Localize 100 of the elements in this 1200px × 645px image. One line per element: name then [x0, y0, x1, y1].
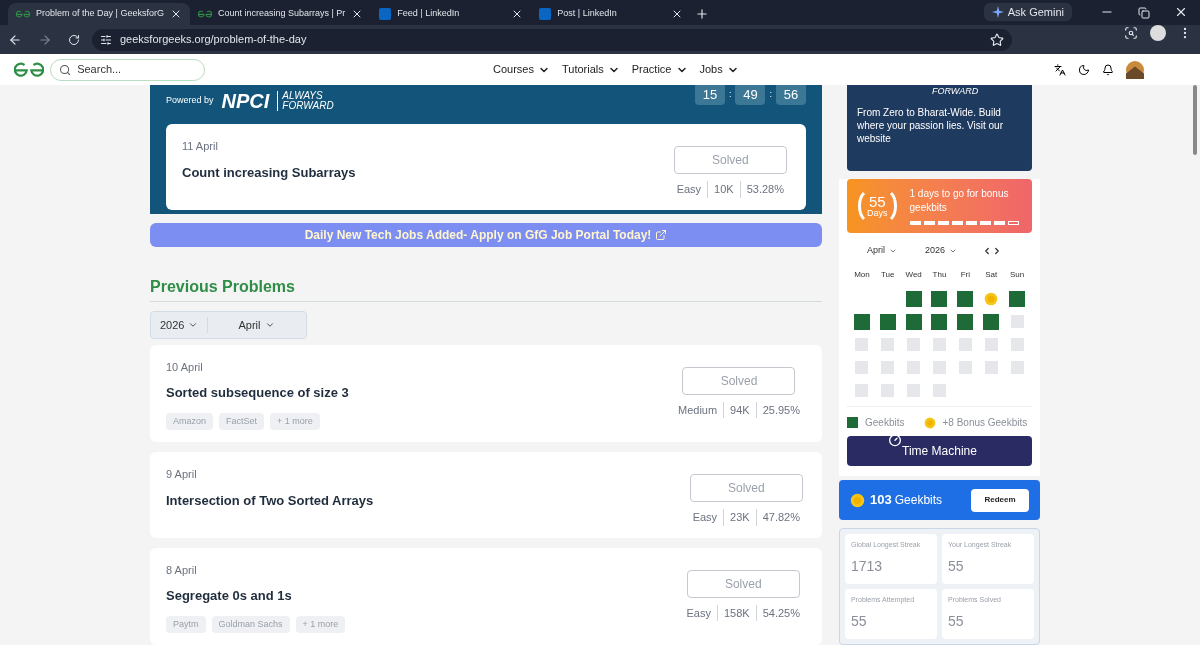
- stat-value: 1713: [851, 556, 884, 576]
- streak-unit: Days: [867, 208, 888, 218]
- browser-tab[interactable]: Post | LinkedIn: [531, 3, 692, 25]
- url-text: geeksforgeeks.org/problem-of-the-day: [120, 32, 307, 48]
- forward-icon[interactable]: [38, 32, 52, 47]
- problem-stat: Easy: [675, 182, 703, 197]
- previous-month-icon[interactable]: [982, 245, 992, 256]
- geekbit-day[interactable]: [853, 313, 870, 330]
- address-bar[interactable]: geeksforgeeks.org/problem-of-the-day: [92, 28, 1012, 51]
- geekbit-day[interactable]: [879, 313, 896, 330]
- problem-date: 10 April: [166, 359, 204, 375]
- problem-date: 9 April: [166, 467, 198, 482]
- timer-digit: 49: [735, 85, 766, 105]
- weekday-label: Sun: [1008, 269, 1026, 282]
- browser-tab[interactable]: Problem of the Day | GeeksforG: [8, 3, 190, 25]
- reload-icon[interactable]: [68, 33, 80, 46]
- month-select[interactable]: April: [238, 316, 275, 334]
- year-select[interactable]: 2026: [925, 243, 958, 258]
- linkedin-icon: [539, 8, 552, 20]
- time-machine-button[interactable]: Time Machine: [847, 436, 1032, 467]
- back-icon[interactable]: [8, 32, 22, 47]
- stat-value: 55: [948, 611, 965, 631]
- timer-digit: 15: [694, 85, 725, 105]
- problem-stat: 53.28%: [739, 181, 790, 198]
- dark-mode-icon[interactable]: [1078, 63, 1090, 76]
- geekbit-day[interactable]: [1009, 290, 1026, 307]
- new-tab-icon[interactable]: [695, 7, 710, 21]
- weekday-label: Wed: [904, 269, 923, 282]
- lens-icon[interactable]: [1124, 26, 1138, 40]
- notification-icon[interactable]: [1102, 63, 1114, 76]
- problem-stat: 47.82%: [755, 509, 806, 526]
- tab-title: Post | LinkedIn: [557, 7, 618, 21]
- sponsor-logo: NPCI: [221, 91, 270, 111]
- translate-icon[interactable]: [1054, 63, 1066, 76]
- ask-gemini-button[interactable]: Ask Gemini: [983, 3, 1072, 21]
- restore-icon[interactable]: [1138, 7, 1150, 19]
- tab-title: Problem of the Day | GeeksforG: [36, 7, 164, 21]
- browser-tab[interactable]: Count increasing Subarrays | Pr: [189, 3, 372, 25]
- gfg-logo-icon: [14, 62, 44, 77]
- timer-separator: :: [728, 88, 732, 102]
- legend-swatch: [847, 417, 858, 429]
- legend-label: +8 Bonus Geekbits: [942, 416, 1028, 431]
- tab-title: Feed | LinkedIn: [397, 7, 461, 21]
- problem-date: 11 April: [182, 139, 219, 154]
- stat-value: 55: [948, 556, 965, 576]
- problem-stat: 10K: [707, 181, 740, 198]
- weekday-label: Sat: [984, 269, 999, 282]
- problem-stat: 25.95%: [755, 401, 806, 418]
- timer-digit: 56: [776, 85, 806, 105]
- geekbit-day[interactable]: [905, 313, 922, 330]
- search-icon: [59, 62, 72, 77]
- problem-stat: 54.25%: [755, 604, 806, 621]
- nav-menu-item[interactable]: Courses: [493, 61, 550, 78]
- weekday-label: Thu: [931, 269, 948, 282]
- geekbits-count: 103: [870, 491, 892, 510]
- problem-title[interactable]: Sorted subsequence of size 3: [166, 383, 349, 403]
- geekbit-day[interactable]: [931, 290, 948, 307]
- geekbit-day[interactable]: [957, 290, 974, 307]
- geekbit-day[interactable]: [905, 290, 922, 307]
- ad-banner[interactable]: FORWARD From Zero to Bharat-Wide. Build where your passion lies. Visit our website: [847, 85, 1032, 171]
- problem-stat: 23K: [723, 509, 756, 526]
- geekbit-day[interactable]: [983, 313, 1000, 330]
- close-window-icon[interactable]: [1174, 5, 1188, 19]
- nav-menu-item[interactable]: Tutorials: [561, 61, 620, 78]
- powered-by-text: Powered by: [166, 94, 214, 108]
- problem-stat: Medium: [677, 402, 719, 418]
- bookmark-icon[interactable]: [990, 32, 1004, 47]
- weekday-label: Mon: [853, 269, 871, 282]
- section-heading: Previous Problems: [150, 277, 296, 298]
- coin-icon: [984, 291, 999, 306]
- site-settings-icon[interactable]: [100, 33, 112, 46]
- problem-title[interactable]: Count increasing Subarrays: [182, 162, 356, 182]
- search-input[interactable]: Search...: [77, 61, 196, 78]
- tab-title: Count increasing Subarrays | Pr: [217, 7, 346, 21]
- tagline-text: FORWARD: [282, 101, 334, 111]
- month-select[interactable]: April: [867, 243, 897, 258]
- nav-menu-item[interactable]: Practice: [631, 61, 688, 78]
- timer-separator: :: [769, 88, 772, 102]
- weekday-label: Tue: [880, 269, 896, 282]
- weekday-label: Fri: [959, 269, 971, 282]
- browser-tab[interactable]: Feed | LinkedIn: [371, 3, 532, 25]
- problem-stat: Easy: [685, 605, 712, 621]
- scrollbar[interactable]: [1193, 85, 1197, 155]
- stat-value: 55: [851, 611, 868, 631]
- year-select[interactable]: 2026: [151, 316, 209, 334]
- problem-stat: Easy: [691, 510, 719, 525]
- problem-title[interactable]: Segregate 0s and 1s: [166, 586, 346, 606]
- sparkle-icon: [991, 6, 1004, 18]
- redeem-button[interactable]: Redeem: [971, 488, 1029, 512]
- geekbit-day[interactable]: [931, 313, 948, 330]
- problem-title[interactable]: Intersection of Two Sorted Arrays: [166, 490, 374, 510]
- problem-stat: 94K: [723, 401, 756, 418]
- problem-stat: 158K: [717, 604, 756, 621]
- gfg-icon: [197, 9, 212, 19]
- nav-menu-item[interactable]: Jobs: [699, 61, 739, 78]
- linkedin-icon: [379, 8, 392, 20]
- geekbit-day[interactable]: [957, 313, 974, 330]
- ad-text: From Zero to Bharat-Wide. Build where your passion lies. Visit our website: [857, 106, 1004, 145]
- next-month-icon[interactable]: [992, 245, 1002, 256]
- legend-label: Geekbits: [865, 416, 905, 431]
